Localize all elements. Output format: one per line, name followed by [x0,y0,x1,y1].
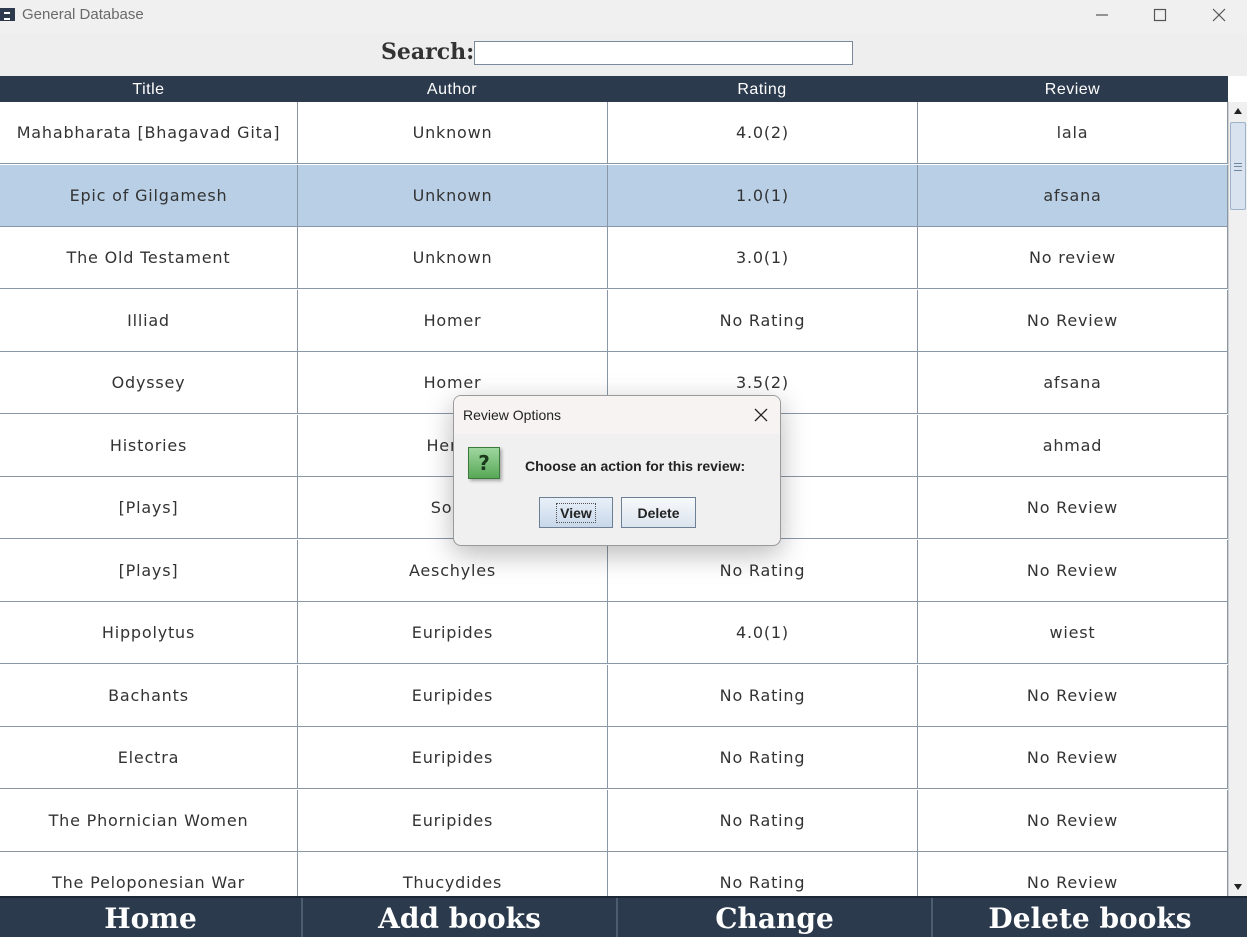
close-button[interactable] [1191,0,1247,30]
dialog-message: Choose an action for this review: [525,458,746,474]
cell-rating[interactable]: No Rating [608,540,918,601]
change-button[interactable]: Change [618,898,933,937]
cell-author[interactable]: Unknown [298,102,608,163]
table-row[interactable]: The Old Testament Unknown 3.0(1) No review [0,227,1228,289]
scroll-down-button[interactable] [1229,878,1247,896]
cell-review[interactable]: ahmad [918,415,1228,476]
column-header-rating[interactable]: Rating [607,76,917,102]
cell-rating[interactable]: No Rating [608,852,918,896]
minimize-button[interactable] [1074,0,1130,30]
scroll-up-button[interactable] [1229,102,1247,120]
cell-title[interactable]: The Old Testament [0,227,298,288]
cell-review[interactable]: No Review [918,790,1228,851]
search-input[interactable] [474,41,853,65]
cell-author[interactable]: Aeschyles [298,540,608,601]
cell-author[interactable]: Unknown [298,227,608,288]
table-row[interactable]: Mahabharata [Bhagavad Gita] Unknown 4.0(2)… [0,102,1228,164]
cell-review[interactable]: No Review [918,727,1228,788]
table-row[interactable]: [Plays] Aeschyles No Rating No Review [0,540,1228,602]
cell-title[interactable]: [Plays] [0,477,298,538]
cell-title[interactable]: Epic of Gilgamesh [0,165,298,226]
cell-author[interactable]: Euripides [298,727,608,788]
cell-rating[interactable]: No Rating [608,290,918,351]
cell-review[interactable]: wiest [918,602,1228,663]
table-row[interactable]: Hippolytus Euripides 4.0(1) wiest [0,602,1228,664]
cell-rating[interactable]: 1.0(1) [608,165,918,226]
search-bar: Search: [0,33,1247,76]
cell-review[interactable]: lala [918,102,1228,163]
add-books-button[interactable]: Add books [303,898,618,937]
cell-rating[interactable]: No Rating [608,727,918,788]
delete-books-button[interactable]: Delete books [933,898,1247,937]
cell-rating[interactable]: 4.0(1) [608,602,918,663]
cell-rating[interactable]: 3.0(1) [608,227,918,288]
cell-review[interactable]: afsana [918,165,1228,226]
cell-author[interactable]: Unknown [298,165,608,226]
cell-review[interactable]: No Review [918,665,1228,726]
arrow-down-icon [1234,884,1242,890]
dialog-titlebar[interactable]: Review Options [454,396,780,434]
cell-review[interactable]: No Review [918,290,1228,351]
cell-author[interactable]: Euripides [298,602,608,663]
minimize-icon [1096,14,1108,16]
delete-button[interactable]: Delete [621,497,696,528]
maximize-icon [1153,8,1167,22]
bottom-nav: Home Add books Change Delete books [0,896,1247,937]
column-header-author[interactable]: Author [297,76,607,102]
cell-author[interactable]: Euripides [298,790,608,851]
search-label: Search: [381,39,475,65]
table-header: Title Author Rating Review [0,76,1228,102]
cell-title[interactable]: Mahabharata [Bhagavad Gita] [0,102,298,163]
window-title: General Database [22,6,144,23]
dialog-close-button[interactable] [746,400,776,430]
cell-review[interactable]: afsana [918,352,1228,413]
dialog-title: Review Options [463,407,562,423]
review-options-dialog: Review Options ? Choose an action for th… [453,395,781,546]
cell-title[interactable]: The Peloponesian War [0,852,298,896]
cell-title[interactable]: Electra [0,727,298,788]
table-row[interactable]: Epic of Gilgamesh Unknown 1.0(1) afsana [0,165,1228,227]
table-row[interactable]: The Peloponesian War Thucydides No Rating N… [0,852,1228,896]
cell-review[interactable]: No Review [918,477,1228,538]
cell-title[interactable]: Bachants [0,665,298,726]
table-row[interactable]: The Phornician Women Euripides No Rating No… [0,790,1228,852]
cell-title[interactable]: Histories [0,415,298,476]
table-row[interactable]: Bachants Euripides No Rating No Review [0,665,1228,727]
maximize-button[interactable] [1132,0,1188,30]
table-row[interactable]: Electra Euripides No Rating No Review [0,727,1228,789]
cell-author[interactable]: Euripides [298,665,608,726]
cell-author[interactable]: Thucydides [298,852,608,896]
cell-rating[interactable]: No Rating [608,665,918,726]
column-header-title[interactable]: Title [0,76,297,102]
view-button[interactable]: View [539,497,613,528]
arrow-up-icon [1234,108,1242,114]
scroll-thumb[interactable] [1230,122,1246,210]
question-icon: ? [468,447,500,479]
window-titlebar: General Database [0,0,1247,33]
app-icon [0,8,15,21]
cell-review[interactable]: No Review [918,540,1228,601]
cell-title[interactable]: The Phornician Women [0,790,298,851]
view-button-label: View [556,502,596,523]
cell-title[interactable]: Illiad [0,290,298,351]
home-button[interactable]: Home [0,898,303,937]
column-header-review[interactable]: Review [917,76,1228,102]
vertical-scrollbar[interactable] [1228,102,1247,896]
table-row[interactable]: Illiad Homer No Rating No Review [0,290,1228,352]
cell-title[interactable]: [Plays] [0,540,298,601]
cell-title[interactable]: Hippolytus [0,602,298,663]
cell-rating[interactable]: No Rating [608,790,918,851]
cell-review[interactable]: No review [918,227,1228,288]
cell-rating[interactable]: 4.0(2) [608,102,918,163]
close-icon [754,408,768,422]
cell-review[interactable]: No Review [918,852,1228,896]
close-icon [1212,8,1226,22]
cell-title[interactable]: Odyssey [0,352,298,413]
cell-author[interactable]: Homer [298,290,608,351]
